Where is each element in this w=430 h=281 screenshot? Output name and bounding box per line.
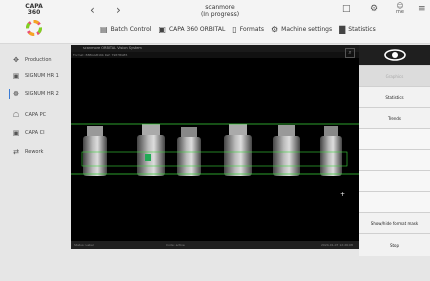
camera-title: scanmore ORBITAL Vision System [71,45,359,52]
stop-button[interactable]: Stop [359,233,430,256]
vial-2 [137,124,165,176]
eye-icon [383,49,406,61]
toolbar-statistics[interactable]: ▇ Statistics [339,25,376,34]
statistics-icon: ▇ [339,24,346,34]
ci-icon: ▣ [12,129,20,137]
app-logo[interactable]: CAPA 360 [4,2,64,42]
toolbar-machine-settings[interactable]: ⚙ Machine settings [271,25,332,34]
toolbar: ▤ Batch Control ▣ CAPA 360 ORBITAL ▯ For… [100,22,383,36]
sidebar-item-capa-ci[interactable]: ▣ CAPA CI [0,125,72,141]
camera-view: scanmore ORBITAL Vision System Format: 8… [71,45,359,249]
vial-3 [177,127,201,176]
empty-button-2[interactable] [359,149,430,170]
pc-icon: ☖ [12,111,20,119]
statistics-button[interactable]: Statistics [359,86,430,107]
sidebar: ✥ Production ▣ SIGNUM HR 1 ☸ SIGNUM HR 2… [0,44,72,281]
footer-time: 2024-01-07 12:26:08 [321,243,353,247]
empty-button-1[interactable] [359,128,430,149]
vial-6 [320,126,342,176]
camera-footer: Status: Label Code: active 2024-01-07 12… [71,241,359,249]
formats-icon: ▯ [232,24,237,34]
book-icon[interactable]: □ [342,4,351,14]
toolbar-formats[interactable]: ▯ Formats [232,25,264,34]
forward-arrow-icon[interactable]: › [116,3,121,17]
camera-icon: ▣ [12,72,20,80]
settings-icon[interactable]: ⚙ [370,4,378,14]
machine-settings-icon: ⚙ [270,24,279,34]
graphics-button[interactable]: Graphics [359,65,430,86]
trends-button[interactable]: Trends [359,107,430,128]
top-bar: CAPA 360 ‹ › scanmore (In progress) □ ⚙ … [0,0,430,44]
vial-1 [83,126,107,176]
logo-ring-icon [26,20,42,36]
right-panel-header [359,45,430,65]
status-title: scanmore [205,4,235,11]
user-button[interactable]: ☺ me [393,3,407,16]
right-panel: Graphics Statistics Trends Show/hide for… [359,45,430,256]
batch-icon: ▤ [100,24,108,34]
sidebar-item-signum-hr-2[interactable]: ☸ SIGNUM HR 2 [0,86,72,102]
toolbar-capa-360-orbital[interactable]: ▣ CAPA 360 ORBITAL [158,25,225,34]
sidebar-item-capa-pc[interactable]: ☖ CAPA PC [0,107,72,123]
camera-zoom-icon[interactable]: ⌕ [345,48,355,58]
sidebar-item-production[interactable]: ✥ Production [0,52,72,68]
user-label: me [396,9,404,15]
sidebar-item-rework[interactable]: ⇄ Rework [0,144,72,160]
show-hide-format-mask-button[interactable]: Show/hide format mask [359,212,430,233]
back-arrow-icon[interactable]: ‹ [90,3,95,17]
logo-line-2: 360 [27,9,41,16]
vial-5 [273,125,300,176]
rework-icon: ⇄ [13,148,19,156]
empty-button-4[interactable] [359,191,430,212]
production-icon: ✥ [13,56,19,64]
roi-inner-box [81,151,348,167]
sidebar-item-signum-hr-1[interactable]: ▣ SIGNUM HR 1 [0,68,72,84]
status-subtitle: (In progress) [200,11,240,18]
toolbar-batch-control[interactable]: ▤ Batch Control [100,25,151,34]
vial-4 [224,124,252,176]
camera-icon: ☸ [12,90,20,98]
footer-code: Code: active [166,243,185,247]
camera-image[interactable]: + [71,58,359,241]
menu-icon[interactable]: ≡ [418,4,426,14]
empty-button-3[interactable] [359,170,430,191]
footer-status: Status: Label [74,243,94,247]
crosshair-icon: + [340,191,345,198]
orbital-icon: ▣ [158,24,166,34]
machine-status: scanmore (In progress) [140,4,300,18]
